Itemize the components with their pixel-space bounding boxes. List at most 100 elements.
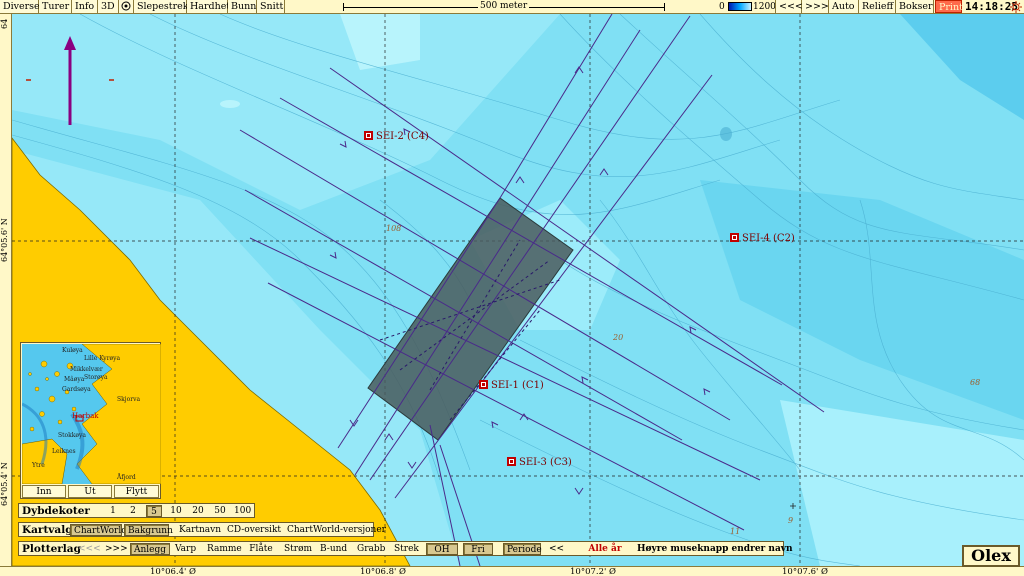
overview-map[interactable]: Kuløya Lille Kyrøya Mikkelvær Mâøya Gard… <box>22 344 161 484</box>
dybdekoter-panel: Dybdekoter 1 2 5 10 20 50 100 <box>18 503 255 518</box>
place-name: Åfjord <box>117 474 136 481</box>
menu-diverse[interactable]: Diverse <box>0 0 40 13</box>
layer-flate-toggle[interactable]: Flåte <box>246 543 276 555</box>
hint-text: Høyre museknapp endrer navn <box>637 544 793 554</box>
inset-move-button[interactable]: Flytt <box>114 485 159 498</box>
station-marker[interactable]: SEI-2 (C4) <box>364 131 429 142</box>
sun-icon[interactable] <box>1010 1 1022 13</box>
shoal <box>720 127 732 141</box>
depth-color-scale[interactable] <box>728 2 752 11</box>
inset-zoom-out-button[interactable]: Ut <box>68 485 112 498</box>
place-name: Harbak <box>72 412 99 420</box>
station-icon <box>479 380 488 389</box>
layer-strek-toggle[interactable]: Strek <box>391 543 419 555</box>
layer-anlegg-toggle[interactable]: Anlegg <box>130 543 170 555</box>
menu-slepestrek[interactable]: Slepestrek <box>134 0 189 13</box>
kartvalg-panel: Kartvalg ChartWorld Bakgrunn Kartnavn CD… <box>18 522 386 537</box>
layer-fri-toggle[interactable]: Fri <box>463 543 493 555</box>
place-name: Gardsøya <box>62 386 91 393</box>
layer-grabb-toggle[interactable]: Grabb <box>354 543 385 555</box>
shoal <box>220 100 240 108</box>
dybdekoter-label: Dybdekoter <box>22 505 90 517</box>
place-name: Skjorva <box>117 396 141 403</box>
place-name: Kuløya <box>62 347 83 354</box>
place-name: Mikkelvær <box>70 366 103 373</box>
lon-label: 10°06.8' Ø <box>360 567 406 576</box>
station-marker[interactable]: SEI-1 (C1) <box>479 380 544 391</box>
menu-hardhet[interactable]: Hardhet <box>187 0 230 13</box>
depth-label: 9 <box>788 516 794 525</box>
chart-canvas[interactable] <box>12 14 1024 566</box>
zoom-in-button[interactable]: >>> <box>802 0 829 13</box>
place-name: Storøya <box>84 374 108 381</box>
contour-2-button[interactable]: 2 <box>125 505 141 517</box>
plotterlag-panel: Plotterlag <<< >>> Anlegg Varp Ramme Flå… <box>18 541 793 556</box>
chartworld-versjoner-toggle[interactable]: ChartWorld-versjoner <box>284 524 386 536</box>
place-name: Mâøya <box>64 376 85 383</box>
station-label: SEI-4 (C2) <box>742 233 795 244</box>
print-button[interactable]: Print <box>935 0 963 13</box>
depth-min-label: 0 <box>719 2 725 12</box>
menu-3d[interactable]: 3D <box>98 0 119 13</box>
contour-20-button[interactable]: 20 <box>187 505 209 517</box>
station-icon <box>364 131 373 140</box>
chartworld-toggle[interactable]: ChartWorld <box>70 524 127 536</box>
place-name: Lille Kyrøya <box>84 355 121 362</box>
bakgrunn-toggle[interactable]: Bakgrunn <box>124 524 173 536</box>
zoom-out-button[interactable]: <<< <box>775 0 803 13</box>
plotterlag-label: Plotterlag <box>22 543 81 555</box>
periode-back-button[interactable]: << <box>546 543 564 555</box>
target-icon[interactable] <box>119 0 134 13</box>
layer-ramme-toggle[interactable]: Ramme <box>204 543 242 555</box>
auto-button[interactable]: Auto <box>829 0 859 13</box>
menu-info[interactable]: Info <box>72 0 98 13</box>
depth-label: 108 <box>386 224 402 233</box>
contour-10-button[interactable]: 10 <box>165 505 187 517</box>
kartnavn-toggle[interactable]: Kartnavn <box>176 524 222 536</box>
layer-next-button[interactable]: >>> <box>102 543 128 555</box>
depth-label: 68 <box>970 378 981 387</box>
menu-turer[interactable]: Turer <box>39 0 72 13</box>
chart-map[interactable]: SEI-2 (C4) SEI-4 (C2) SEI-1 (C1) SEI-3 (… <box>12 14 1024 566</box>
kartvalg-label: Kartvalg <box>22 524 73 536</box>
lat-label-top: 64 <box>0 18 9 30</box>
top-toolbar: Diverse Turer Info 3D Slepestrek Hardhet… <box>0 0 1024 14</box>
lon-label: 10°07.2' Ø <box>570 567 616 576</box>
place-name: Leiknes <box>52 448 76 455</box>
station-icon <box>730 233 739 242</box>
relieff-button[interactable]: Relieff <box>859 0 896 13</box>
layer-oh-toggle[interactable]: OH <box>426 543 458 555</box>
station-marker[interactable]: SEI-4 (C2) <box>730 233 795 244</box>
station-label: SEI-3 (C3) <box>519 457 572 468</box>
contour-1-button[interactable]: 1 <box>105 505 121 517</box>
lat-label: 64°05.6' N <box>0 218 9 262</box>
periode-button[interactable]: Periode <box>503 543 542 555</box>
lon-label: 10°07.6' Ø <box>782 567 828 576</box>
contour-100-button[interactable]: 100 <box>231 505 254 517</box>
scale-label: 500 meter <box>478 0 530 13</box>
olex-logo: Olex <box>962 545 1020 567</box>
depth-max-label: 1200 <box>753 2 776 12</box>
menu-snitt[interactable]: Snitt <box>257 0 285 13</box>
overview-inset: Kuløya Lille Kyrøya Mikkelvær Mâøya Gard… <box>20 342 161 499</box>
cd-oversikt-toggle[interactable]: CD-oversikt <box>224 524 282 536</box>
layer-prev-button[interactable]: <<< <box>75 543 101 555</box>
layer-strom-toggle[interactable]: Strøm <box>281 543 312 555</box>
layer-b-und-toggle[interactable]: B-und <box>317 543 349 555</box>
contour-5-button[interactable]: 5 <box>146 505 162 517</box>
inset-zoom-in-button[interactable]: Inn <box>22 485 66 498</box>
longitude-ruler: 10°06.4' Ø 10°06.8' Ø 10°07.2' Ø 10°07.6… <box>0 566 1024 576</box>
lon-label: 10°06.4' Ø <box>150 567 196 576</box>
bokser-button[interactable]: Bokser <box>896 0 934 13</box>
station-label: SEI-2 (C4) <box>376 131 429 142</box>
lat-label: 64°05.4' N <box>0 462 9 506</box>
all-years-label[interactable]: Alle år <box>585 543 625 555</box>
station-marker[interactable]: SEI-3 (C3) <box>507 457 572 468</box>
latitude-ruler: 64 64°05.6' N 64°05.4' N <box>0 14 12 566</box>
menu-bunn[interactable]: Bunn <box>228 0 257 13</box>
depth-label: 11 <box>730 527 741 536</box>
depth-label: 20 <box>613 333 624 342</box>
layer-varp-toggle[interactable]: Varp <box>172 543 198 555</box>
contour-50-button[interactable]: 50 <box>209 505 231 517</box>
place-name: Ytre <box>32 462 45 469</box>
